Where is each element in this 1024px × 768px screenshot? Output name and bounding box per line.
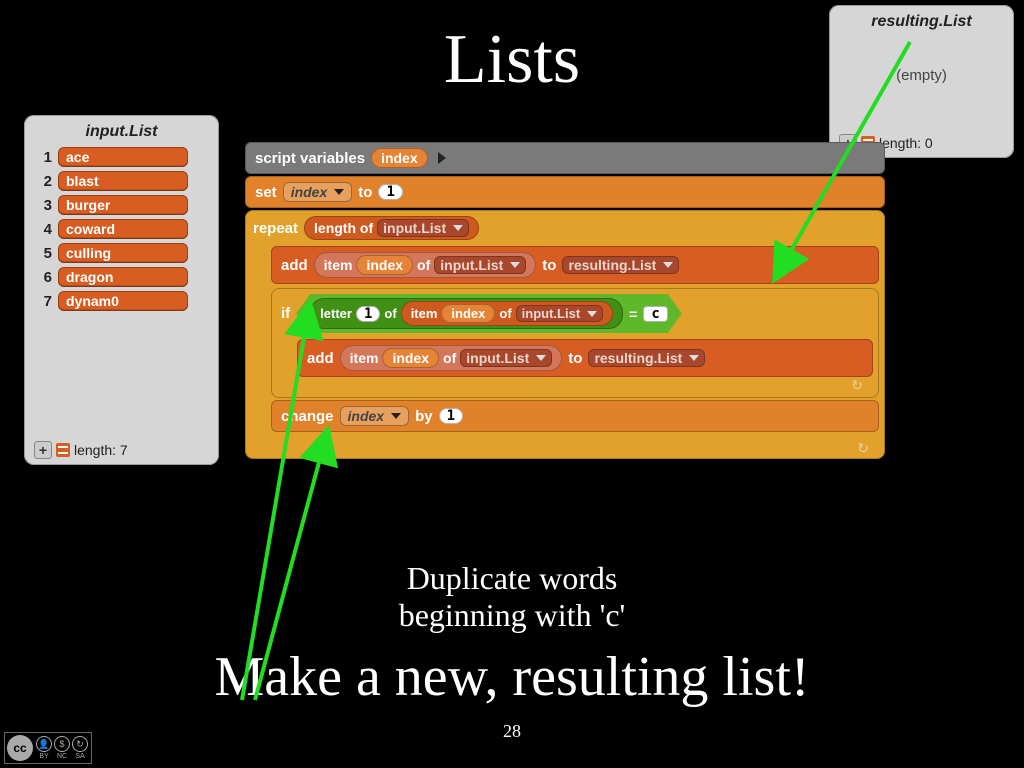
variable-pill-index[interactable]: index (441, 304, 495, 323)
block-if[interactable]: if letter 1 of item index of input.L (271, 288, 879, 398)
block-label: to (568, 350, 582, 367)
watcher-rows: 1ace 2blast 3burger 4coward 5culling 6dr… (34, 147, 209, 311)
block-set-variable[interactable]: set index to 1 (245, 176, 885, 208)
add-item-button[interactable]: + (34, 441, 52, 459)
block-add-to-list[interactable]: add item index of input.List to resultin… (297, 339, 873, 377)
variable-pill-index[interactable]: index (356, 255, 413, 275)
slide-headline: Make a new, resulting list! (0, 645, 1024, 709)
number-input[interactable]: 1 (439, 408, 463, 424)
chevron-down-icon (536, 355, 546, 361)
block-repeat[interactable]: repeat length of input.List add item ind… (245, 210, 885, 459)
block-label: set (255, 184, 277, 201)
list-dropdown[interactable]: input.List (460, 349, 552, 367)
watcher-title: resulting.List (839, 13, 1004, 31)
reporter-item-of[interactable]: item index of input.List (340, 345, 563, 371)
watcher-input-list[interactable]: input.List 1ace 2blast 3burger 4coward 5… (24, 115, 219, 465)
list-icon (56, 443, 70, 457)
list-dropdown[interactable]: resulting.List (588, 349, 705, 367)
list-item[interactable]: 5culling (34, 243, 209, 263)
watcher-title: input.List (34, 123, 209, 141)
list-item[interactable]: 4coward (34, 219, 209, 239)
chevron-down-icon (391, 413, 401, 419)
length-label: length: 0 (879, 135, 933, 151)
list-item[interactable]: 6dragon (34, 267, 209, 287)
list-item[interactable]: 2blast (34, 171, 209, 191)
chevron-down-icon (510, 262, 520, 268)
block-label: to (542, 257, 556, 274)
variable-dropdown[interactable]: index (340, 406, 410, 426)
length-label: length: 7 (74, 442, 128, 458)
watcher-footer: + length: 7 (34, 441, 209, 459)
block-add-to-list[interactable]: add item index of input.List to resultin… (271, 246, 879, 284)
block-label: to (358, 184, 372, 201)
cc-sa-icon: ↻ (72, 736, 88, 752)
list-dropdown[interactable]: resulting.List (562, 256, 679, 274)
chevron-down-icon (334, 189, 344, 195)
list-item[interactable]: 3burger (34, 195, 209, 215)
list-item[interactable]: 1ace (34, 147, 209, 167)
block-label: if (281, 305, 290, 322)
reporter-letter-of[interactable]: letter 1 of item index of input.List (310, 298, 623, 329)
list-dropdown[interactable]: input.List (516, 305, 604, 322)
cc-nc-icon: $ (54, 736, 70, 752)
reporter-item-of[interactable]: item index of input.List (401, 301, 613, 326)
watcher-resulting-list[interactable]: resulting.List (empty) + length: 0 (829, 5, 1014, 158)
cc-logo-icon: cc (7, 735, 33, 761)
block-label: add (307, 350, 334, 367)
chevron-down-icon (663, 262, 673, 268)
number-input[interactable]: 1 (378, 184, 402, 200)
variable-dropdown[interactable]: index (283, 182, 353, 202)
script-area[interactable]: script variables index set index to 1 re… (245, 142, 885, 461)
block-change-variable[interactable]: change index by 1 (271, 400, 879, 432)
block-label: by (415, 408, 433, 425)
chevron-down-icon (689, 355, 699, 361)
text-input[interactable]: c (643, 306, 667, 322)
cc-by-icon: 👤 (36, 736, 52, 752)
operator-equals: = (629, 306, 637, 322)
number-input[interactable]: 1 (356, 306, 380, 322)
list-dropdown[interactable]: input.List (434, 256, 526, 274)
page-number: 28 (0, 721, 1024, 742)
list-item[interactable]: 7dynam0 (34, 291, 209, 311)
chevron-down-icon (453, 225, 463, 231)
arrow-right-icon[interactable] (438, 152, 446, 164)
block-script-variables[interactable]: script variables index (245, 142, 885, 174)
variable-pill-index[interactable]: index (371, 148, 428, 168)
block-label: script variables (255, 150, 365, 167)
cc-license-badge: cc 👤 BY $ NC ↻ SA (4, 732, 92, 764)
block-label: change (281, 408, 334, 425)
variable-pill-index[interactable]: index (382, 348, 439, 368)
block-label: repeat (253, 220, 298, 237)
slide-subtitle: Duplicate words beginning with 'c' (0, 560, 1024, 634)
reporter-length-of[interactable]: length of input.List (304, 216, 479, 240)
predicate-equals[interactable]: letter 1 of item index of input.List (296, 294, 682, 333)
watcher-empty-label: (empty) (839, 37, 1004, 124)
chevron-down-icon (587, 311, 597, 317)
block-label: add (281, 257, 308, 274)
reporter-item-of[interactable]: item index of input.List (314, 252, 537, 278)
list-dropdown[interactable]: input.List (377, 219, 469, 237)
